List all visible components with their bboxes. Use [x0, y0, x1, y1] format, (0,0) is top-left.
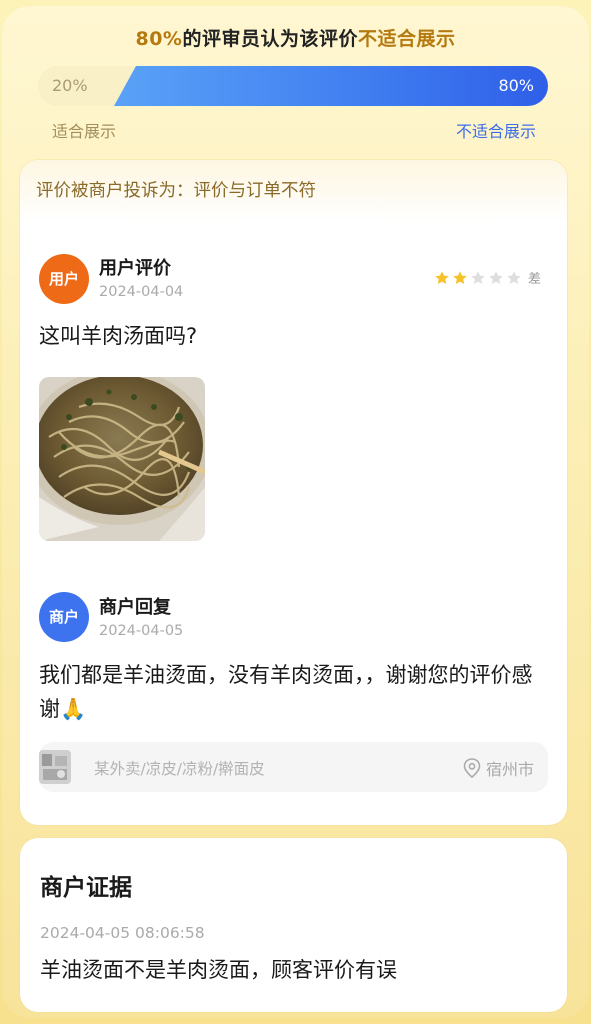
suitable-caption: 适合展示	[52, 122, 117, 141]
vote-bar: 20% 80%	[38, 66, 548, 106]
vote-bar-left-percent: 20%	[52, 76, 88, 95]
star-filled-icon	[435, 270, 449, 284]
shop-thumbnail-icon	[39, 750, 71, 784]
complaint-banner: 评价被商户投诉为：评价与订单不符	[20, 160, 567, 222]
star-empty-icon	[489, 270, 503, 284]
verdict-headline: 80%的评审员认为该评价不适合展示	[0, 24, 591, 51]
review-card: 评价被商户投诉为：评价与订单不符 用户 用户评价 2024-04-04 差 这叫…	[20, 160, 567, 825]
merchant-reply-body: 我们都是羊油烫面，没有羊肉烫面，，谢谢您的评价感谢	[39, 663, 533, 721]
evidence-timestamp: 2024-04-05 08:06:58	[40, 924, 205, 942]
merchant-avatar: 商户	[39, 592, 89, 642]
evidence-text: 羊油烫面不是羊肉烫面，顾客评价有误	[40, 958, 397, 982]
user-avatar: 用户	[39, 254, 89, 304]
noodle-soup-photo[interactable]	[39, 377, 205, 541]
noodle-soup-image	[39, 377, 205, 541]
rating-stars: 差	[434, 268, 541, 287]
folded-hands-icon: 🙏	[60, 697, 87, 721]
vote-bar-unsuitable-segment	[114, 66, 548, 106]
star-empty-icon	[471, 270, 485, 284]
user-review-title: 用户评价	[99, 258, 171, 279]
location-pin-icon	[463, 758, 481, 778]
evidence-card: 商户证据 2024-04-05 08:06:58 羊油烫面不是羊肉烫面，顾客评价…	[20, 838, 567, 1012]
unsuitable-caption: 不适合展示	[455, 122, 536, 141]
verdict-percent: 80%	[135, 28, 183, 50]
user-review-date: 2024-04-04	[99, 284, 184, 300]
vote-bar-right-percent: 80%	[498, 76, 534, 95]
rating-text: 差	[527, 272, 541, 287]
shop-city: 宿州市	[485, 760, 534, 779]
star-empty-icon	[507, 270, 521, 284]
star-filled-icon	[453, 270, 467, 284]
user-review-text: 这叫羊肉汤面吗?	[39, 324, 198, 348]
merchant-reply-title: 商户回复	[99, 597, 171, 618]
evidence-title: 商户证据	[40, 875, 132, 901]
verdict-middle: 的评审员认为该评价	[182, 28, 358, 50]
merchant-reply-date: 2024-04-05	[99, 623, 184, 639]
shop-location: 宿州市	[463, 756, 534, 780]
merchant-reply-text: 我们都是羊油烫面，没有羊肉烫面，，谢谢您的评价感谢🙏	[39, 658, 551, 726]
shop-info-bar[interactable]: 某外卖/凉皮/凉粉/擀面皮 宿州市	[39, 742, 548, 792]
verdict-highlight: 不适合展示	[357, 28, 456, 50]
shop-name: 某外卖/凉皮/凉粉/擀面皮	[94, 760, 265, 778]
